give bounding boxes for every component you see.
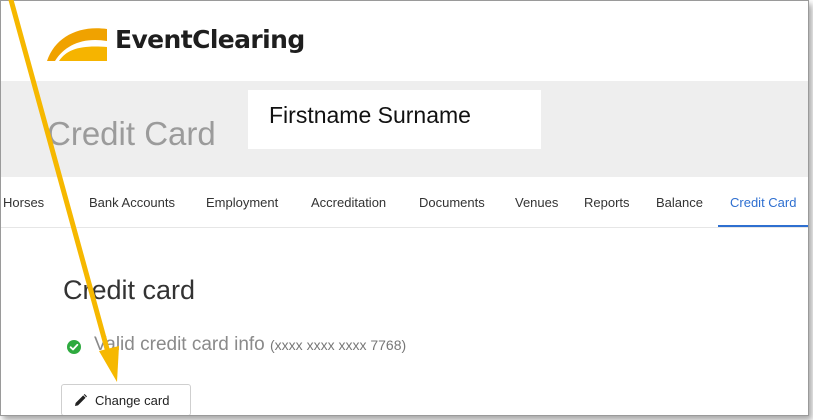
tab-employment[interactable]: Employment <box>206 195 278 210</box>
browser-window: EventClearing Credit Card Firstname Surn… <box>0 0 809 416</box>
active-tab-indicator <box>718 225 808 227</box>
tab-accreditation[interactable]: Accreditation <box>311 195 386 210</box>
tab-bank-accounts[interactable]: Bank Accounts <box>89 195 175 210</box>
pencil-icon <box>75 394 87 406</box>
change-card-label: Change card <box>95 393 170 408</box>
card-status-text: Valid credit card info <box>94 334 265 355</box>
card-number-masked: (xxxx xxxx xxxx 7768) <box>270 337 407 353</box>
tab-documents[interactable]: Documents <box>419 195 485 210</box>
eventclearing-logo-icon[interactable] <box>45 23 109 63</box>
tab-reports[interactable]: Reports <box>584 195 630 210</box>
page-title: Credit Card <box>47 115 216 152</box>
check-circle-icon <box>67 340 81 354</box>
tab-venues[interactable]: Venues <box>515 195 558 210</box>
tab-balance[interactable]: Balance <box>656 195 703 210</box>
section-heading: Credit card <box>63 275 196 305</box>
tab-credit-card[interactable]: Credit Card <box>730 195 796 210</box>
user-name: Firstname Surname <box>269 102 471 128</box>
tab-horses[interactable]: Horses <box>3 195 44 210</box>
brand-name[interactable]: EventClearing <box>115 25 305 54</box>
change-card-button[interactable]: Change card <box>61 384 191 415</box>
top-bar: EventClearing <box>1 1 808 81</box>
card-status: Valid credit card info (xxxx xxxx xxxx 7… <box>94 334 406 356</box>
